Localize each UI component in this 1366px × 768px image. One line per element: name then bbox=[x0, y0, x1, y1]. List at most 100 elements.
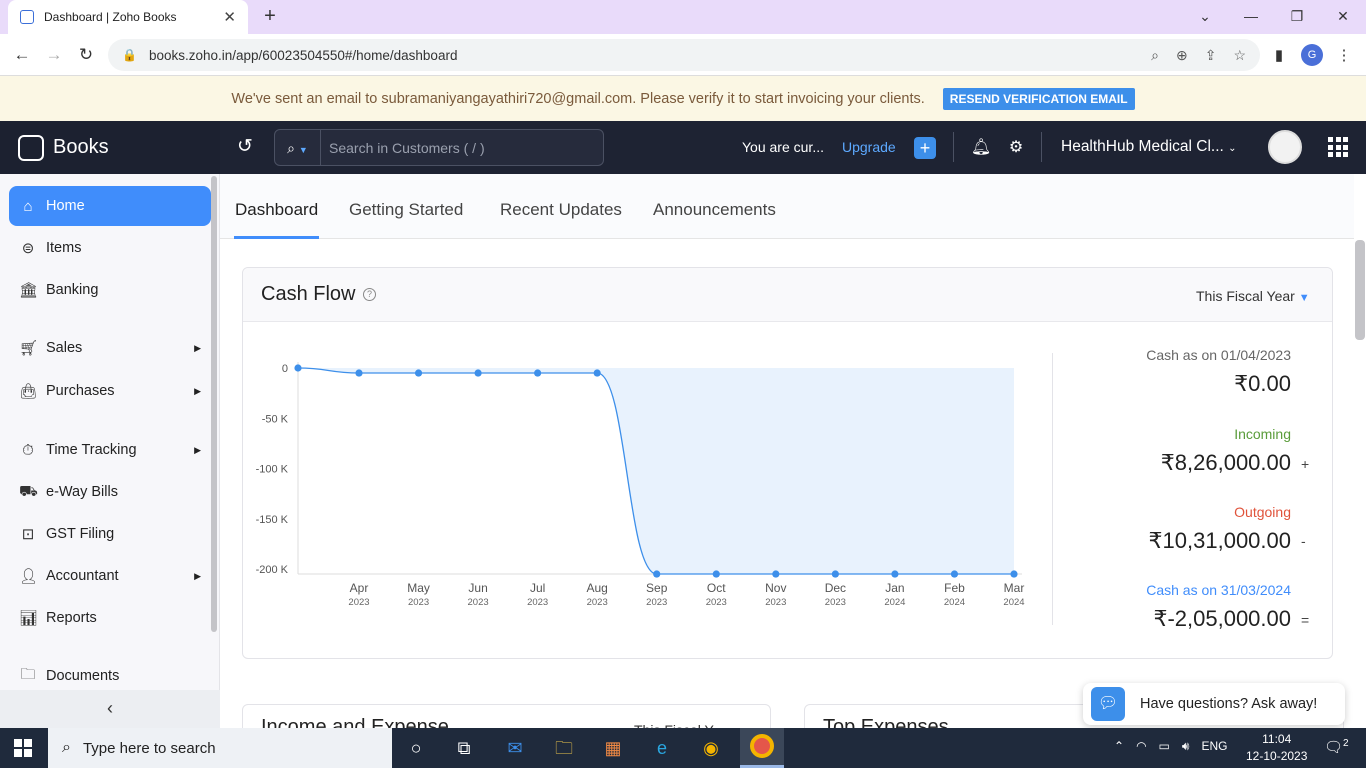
close-tab-icon[interactable]: ✕ bbox=[223, 8, 236, 26]
data-point bbox=[355, 369, 363, 377]
y-tick-label: -50 K bbox=[262, 413, 289, 425]
new-tab-button[interactable]: + bbox=[258, 4, 282, 28]
sidebar-item-time-tracking[interactable]: ⏱︎ Time Tracking ▶ bbox=[9, 430, 211, 470]
taskbar-clock[interactable]: 11:04 12-10-2023 bbox=[1246, 731, 1307, 765]
tab-getting-started[interactable]: Getting Started bbox=[349, 200, 463, 220]
collapse-sidebar-button[interactable]: ‹ bbox=[0, 690, 220, 728]
sidebar-item-accountant[interactable]: 👤︎ Accountant ▶ bbox=[9, 556, 211, 596]
volume-icon[interactable]: 🔊︎ bbox=[1182, 739, 1190, 754]
file-explorer-icon[interactable]: 🗀 bbox=[550, 734, 578, 762]
browser-tab[interactable]: Dashboard | Zoho Books ✕ bbox=[8, 0, 248, 34]
notification-center-icon[interactable]: 🗨︎2 bbox=[1324, 738, 1349, 756]
tab-search-icon[interactable]: ⌄ bbox=[1182, 4, 1228, 28]
chat-widget[interactable]: 💬︎ Have questions? Ask away! bbox=[1083, 683, 1345, 725]
tab-announcements[interactable]: Announcements bbox=[653, 200, 776, 220]
task-view-icon[interactable]: ⧉ bbox=[450, 734, 478, 762]
sidebar-item-label: Banking bbox=[46, 282, 99, 298]
taskbar-search[interactable]: ⌕ Type here to search bbox=[48, 728, 392, 768]
back-icon[interactable]: ← bbox=[10, 44, 34, 66]
period-dropdown[interactable]: This Fiscal Year ▼ bbox=[1196, 288, 1310, 304]
bag-icon: 👜︎ bbox=[19, 383, 39, 400]
sidebar-item-label: Reports bbox=[46, 610, 97, 626]
language-indicator[interactable]: ENG bbox=[1201, 739, 1227, 754]
x-tick-year: 2023 bbox=[527, 597, 548, 608]
sidebar-item-banking[interactable]: 🏛︎ Banking bbox=[9, 270, 211, 310]
cart-icon: 🛒︎ bbox=[19, 340, 39, 357]
profile-avatar[interactable]: G bbox=[1301, 44, 1323, 66]
browser-menu-icon[interactable]: ⋮ bbox=[1333, 45, 1355, 67]
caret-right-icon: ▶ bbox=[194, 444, 201, 455]
minimize-button[interactable]: — bbox=[1228, 4, 1274, 28]
lock-icon: 🔒 bbox=[122, 48, 137, 62]
bookmark-star-icon[interactable]: ☆ bbox=[1233, 47, 1246, 64]
x-tick-year: 2023 bbox=[765, 597, 786, 608]
x-tick-year: 2023 bbox=[706, 597, 727, 608]
help-icon[interactable]: ? bbox=[363, 288, 376, 301]
resend-verification-button[interactable]: RESEND VERIFICATION EMAIL bbox=[942, 87, 1135, 110]
sidebar-item-label: Documents bbox=[46, 668, 120, 684]
chrome-icon[interactable]: ◉ bbox=[697, 734, 725, 762]
windows-start-icon[interactable] bbox=[14, 739, 32, 757]
main-scrollbar[interactable] bbox=[1355, 240, 1365, 340]
share-icon[interactable]: ⇪ bbox=[1205, 47, 1217, 64]
search-page-icon[interactable]: ⌕ bbox=[1151, 47, 1159, 64]
user-avatar[interactable] bbox=[1268, 130, 1302, 164]
plus-operator: + bbox=[1301, 456, 1310, 472]
zoom-icon[interactable]: ⊕ bbox=[1176, 47, 1188, 64]
x-tick-month: Jul bbox=[530, 581, 545, 595]
caret-right-icon: ▶ bbox=[194, 570, 201, 581]
start-point bbox=[294, 364, 302, 372]
x-tick-year: 2023 bbox=[468, 597, 489, 608]
chevron-down-icon: ⌄ bbox=[1228, 143, 1237, 154]
side-panel-icon[interactable]: ▮ bbox=[1268, 45, 1290, 67]
browser-tab-title: Dashboard | Zoho Books bbox=[44, 10, 177, 24]
search-icon[interactable]: ⌕ ▼ bbox=[275, 130, 321, 165]
y-tick-label: 0 bbox=[282, 363, 288, 375]
minus-operator: - bbox=[1301, 533, 1306, 549]
cash-flow-card-header bbox=[243, 268, 1332, 322]
close-window-button[interactable]: ✕ bbox=[1320, 4, 1366, 28]
data-point bbox=[831, 570, 839, 578]
x-tick-year: 2024 bbox=[944, 597, 965, 608]
store-icon[interactable]: ▦ bbox=[599, 734, 627, 762]
forward-icon[interactable]: → bbox=[42, 44, 66, 66]
brand-name: Books bbox=[53, 136, 109, 158]
global-search[interactable]: ⌕ ▼ Search in Customers ( / ) bbox=[274, 129, 604, 166]
sidebar-item-gst-filing[interactable]: ⊡ GST Filing bbox=[9, 514, 211, 554]
sidebar-item-sales[interactable]: 🛒︎ Sales ▶ bbox=[9, 328, 211, 368]
address-bar[interactable]: 🔒 books.zoho.in/app/60023504550#/home/da… bbox=[108, 39, 1260, 71]
chevron-up-icon[interactable]: ⌃ bbox=[1114, 739, 1124, 754]
app-grid-icon[interactable] bbox=[1328, 137, 1348, 157]
tab-recent-updates[interactable]: Recent Updates bbox=[500, 200, 622, 220]
sidebar-item-reports[interactable]: 📊︎ Reports bbox=[9, 598, 211, 638]
sidebar-item-label: Accountant bbox=[46, 568, 119, 584]
organization-switcher[interactable]: HealthHub Medical Cl... ⌄ bbox=[1061, 138, 1237, 156]
sidebar-item-home[interactable]: ⌂ Home bbox=[9, 186, 211, 226]
clock-date: 12-10-2023 bbox=[1246, 749, 1308, 763]
edge-icon[interactable]: e bbox=[648, 734, 676, 762]
org-name: HealthHub Medical Cl... bbox=[1061, 138, 1224, 155]
battery-icon[interactable]: ▭ bbox=[1159, 739, 1170, 754]
incoming-label: Incoming bbox=[1234, 426, 1291, 442]
maximize-button[interactable]: ❐ bbox=[1274, 4, 1320, 28]
recent-history-icon[interactable]: ↺ bbox=[234, 136, 256, 158]
mail-icon[interactable]: ✉ bbox=[501, 734, 529, 762]
network-icon[interactable]: ◠ bbox=[1136, 739, 1146, 754]
x-tick-year: 2023 bbox=[646, 597, 667, 608]
sidebar-item-items[interactable]: ⊜ Items bbox=[9, 228, 211, 268]
cortana-icon[interactable]: ○ bbox=[402, 734, 430, 762]
search-input[interactable]: Search in Customers ( / ) bbox=[321, 140, 485, 156]
bell-icon[interactable]: 🔔︎ bbox=[970, 137, 992, 159]
gear-icon[interactable]: ⚙ bbox=[1005, 137, 1027, 159]
sidebar-scrollbar[interactable] bbox=[211, 176, 217, 632]
sidebar-item-label: Home bbox=[46, 198, 85, 214]
upgrade-link[interactable]: Upgrade bbox=[842, 139, 896, 155]
brand[interactable]: Books bbox=[0, 121, 220, 174]
quick-create-button[interactable]: + bbox=[914, 137, 936, 159]
opening-balance-label: Cash as on 01/04/2023 bbox=[1146, 347, 1291, 363]
sidebar-item-purchases[interactable]: 👜︎ Purchases ▶ bbox=[9, 371, 211, 411]
reload-icon[interactable]: ↻ bbox=[74, 44, 98, 66]
sidebar-item-eway-bills[interactable]: ⛟ e-Way Bills bbox=[9, 472, 211, 512]
chrome-profile-active-icon[interactable] bbox=[740, 728, 784, 768]
tab-dashboard[interactable]: Dashboard bbox=[235, 200, 318, 220]
